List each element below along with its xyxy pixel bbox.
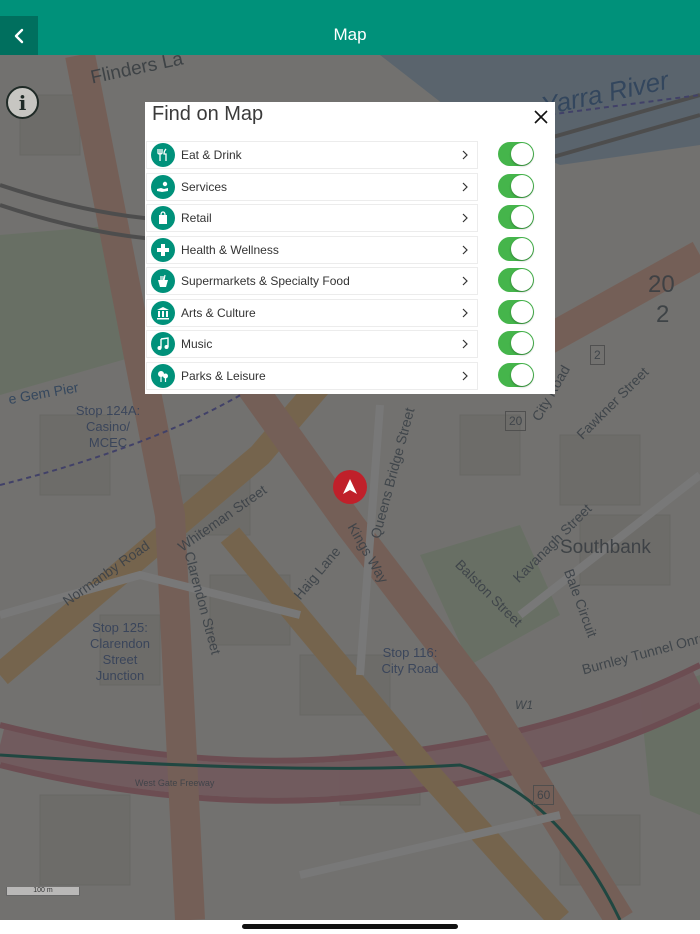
chevron-right-icon	[462, 371, 468, 380]
chevron-right-icon	[462, 276, 468, 286]
category-item-retail[interactable]: Retail	[146, 204, 478, 232]
map-label-road-20: 20	[505, 411, 527, 431]
category-item-parks[interactable]: Parks & Leisure	[146, 361, 478, 390]
shopping-bag-icon	[151, 206, 175, 230]
category-item-supermarkets[interactable]: Supermarkets & Specialty Food	[146, 267, 478, 295]
toggle-eat-drink[interactable]	[498, 142, 534, 166]
medical-cross-icon	[151, 237, 175, 262]
map-label-stop-125: Stop 125: Clarendon Street Junction	[90, 620, 150, 683]
category-item-arts[interactable]: Arts & Culture	[146, 298, 478, 327]
chevron-right-icon	[462, 150, 468, 160]
map-scale-bar: 100 m	[6, 887, 80, 896]
category-row-health: Health & Wellness	[145, 235, 555, 267]
category-label: Music	[181, 337, 213, 351]
app-header: Map	[0, 0, 700, 55]
map-label-building-2: 2	[656, 301, 670, 328]
toggle-services[interactable]	[498, 173, 534, 198]
map-label-west-gate: West Gate Freeway	[135, 778, 215, 788]
toggle-arts[interactable]	[498, 299, 534, 324]
chevron-right-icon	[462, 339, 468, 349]
category-label: Retail	[181, 211, 212, 225]
museum-icon	[151, 300, 175, 325]
category-row-arts: Arts & Culture	[145, 298, 555, 330]
toggle-retail[interactable]	[498, 205, 534, 229]
map-label-road-60: 60	[533, 785, 555, 805]
category-label: Parks & Leisure	[181, 368, 266, 383]
utensils-icon	[151, 143, 175, 167]
category-row-supermarkets: Supermarkets & Specialty Food	[145, 266, 555, 298]
category-label: Arts & Culture	[181, 305, 256, 320]
chevron-right-icon	[462, 213, 468, 223]
category-row-eat-drink: Eat & Drink	[145, 140, 555, 172]
map-label-southbank: Southbank	[560, 537, 651, 558]
category-row-music: Music	[145, 329, 555, 361]
toggle-supermarkets[interactable]	[498, 268, 534, 292]
park-tree-icon	[151, 363, 175, 388]
category-label: Health & Wellness	[181, 242, 279, 257]
map-label-stop-124: Stop 124A: Casino/ MCEC	[75, 403, 141, 450]
close-icon[interactable]	[533, 109, 549, 125]
map-label-road-2: 2	[590, 345, 605, 365]
category-row-services: Services	[145, 172, 555, 204]
map-label-building-20: 20	[648, 271, 675, 298]
chevron-right-icon	[462, 245, 468, 254]
info-icon: i	[18, 90, 27, 115]
toggle-music[interactable]	[498, 331, 534, 355]
grocery-basket-icon	[151, 269, 175, 293]
panel-title: Find on Map	[152, 103, 264, 125]
page-title: Map	[333, 25, 367, 44]
category-row-parks: Parks & Leisure	[145, 361, 555, 393]
current-location-marker[interactable]	[333, 470, 367, 504]
category-item-health[interactable]: Health & Wellness	[146, 235, 478, 264]
map-label-road-w1: W1	[515, 698, 533, 712]
chevron-right-icon	[462, 308, 468, 317]
services-hand-icon	[151, 174, 175, 199]
toggle-health[interactable]	[498, 236, 534, 261]
category-list: Eat & Drink Services Retail Health & Wel…	[145, 140, 555, 392]
map-label-stop-116: Stop 116: City Road	[381, 645, 439, 676]
info-button[interactable]: i	[6, 86, 39, 119]
toggle-parks[interactable]	[498, 362, 534, 387]
category-row-retail: Retail	[145, 203, 555, 235]
chevron-right-icon	[462, 182, 468, 191]
category-item-music[interactable]: Music	[146, 330, 478, 358]
find-on-map-panel: Find on Map Eat & Drink Services Retail …	[145, 102, 555, 394]
category-label: Services	[181, 179, 228, 194]
navigation-arrow-icon	[343, 479, 357, 494]
category-label: Eat & Drink	[181, 148, 242, 162]
home-indicator	[242, 924, 458, 929]
category-item-eat-drink[interactable]: Eat & Drink	[146, 141, 478, 169]
category-label: Supermarkets & Specialty Food	[181, 274, 350, 288]
category-item-services[interactable]: Services	[146, 172, 478, 201]
music-note-icon	[151, 332, 175, 356]
